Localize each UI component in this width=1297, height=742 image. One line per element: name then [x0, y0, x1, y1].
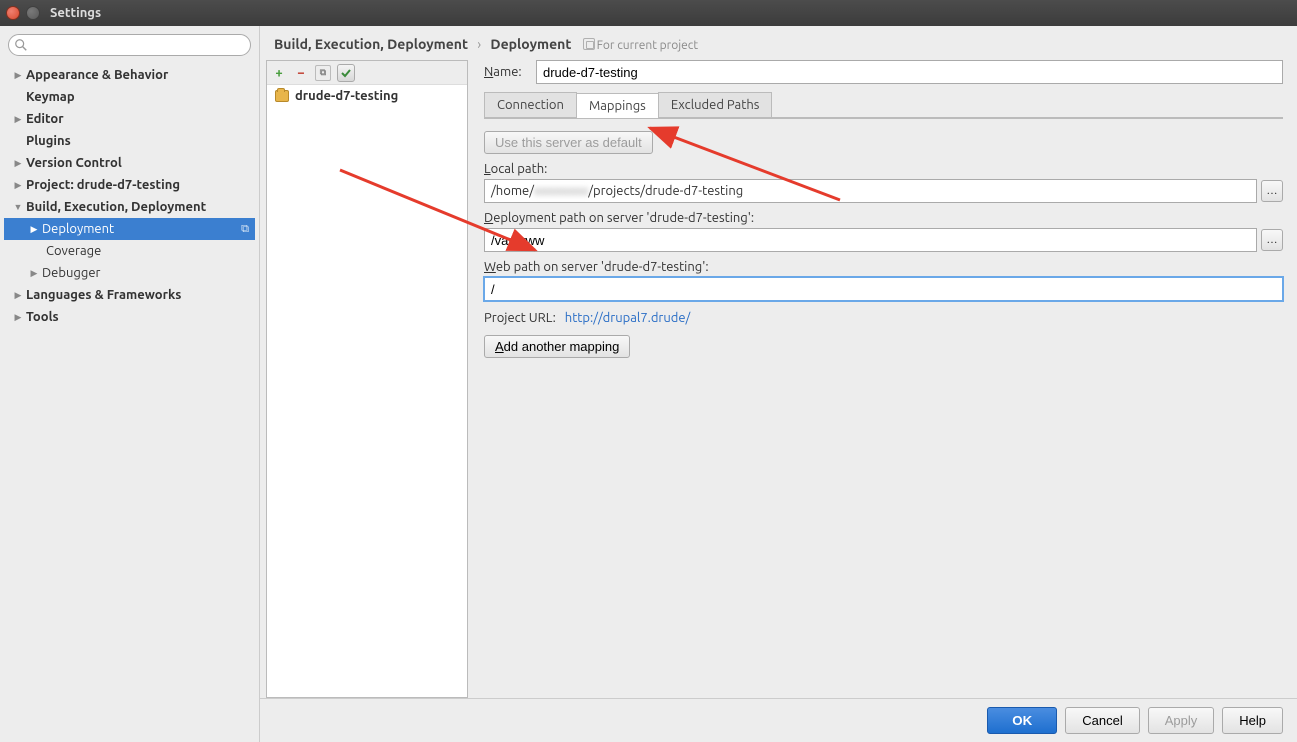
titlebar: Settings [0, 0, 1297, 26]
cancel-button[interactable]: Cancel [1065, 707, 1139, 734]
tree-deployment[interactable]: ▶Deployment⧉ [4, 218, 255, 240]
dialog-footer: OK Cancel Apply Help [260, 698, 1297, 742]
tree-appearance[interactable]: ▶Appearance & Behavior [4, 64, 255, 86]
breadcrumb-note: For current project [597, 39, 699, 52]
name-input[interactable] [536, 60, 1283, 84]
sidebar: ▶Appearance & Behavior Keymap ▶Editor Pl… [0, 26, 260, 742]
settings-tree: ▶Appearance & Behavior Keymap ▶Editor Pl… [4, 64, 255, 328]
tree-languages[interactable]: ▶Languages & Frameworks [4, 284, 255, 306]
tree-editor[interactable]: ▶Editor [4, 108, 255, 130]
tree-build[interactable]: ▼Build, Execution, Deployment [4, 196, 255, 218]
set-default-icon[interactable] [337, 64, 355, 82]
scope-icon [583, 38, 595, 50]
server-list: + − ⧉ drude-d7-testing [266, 60, 468, 698]
server-toolbar: + − ⧉ [267, 61, 467, 85]
deploy-path-label: Deployment path on server 'drude-d7-test… [484, 211, 1283, 225]
tree-keymap[interactable]: Keymap [4, 86, 255, 108]
server-item-label: drude-d7-testing [295, 89, 398, 103]
browse-deploy-path-button[interactable]: … [1261, 229, 1283, 251]
deployment-form: Name: Connection Mappings Excluded Paths… [476, 60, 1287, 698]
browse-local-path-button[interactable]: … [1261, 180, 1283, 202]
breadcrumb-b: Deployment [490, 36, 571, 52]
window-title: Settings [50, 6, 101, 20]
project-url-label: Project URL: [484, 311, 556, 325]
tree-tools[interactable]: ▶Tools [4, 306, 255, 328]
web-path-label: Web path on server 'drude-d7-testing': [484, 260, 1283, 274]
server-item[interactable]: drude-d7-testing [267, 85, 467, 107]
remove-icon[interactable]: − [293, 65, 309, 81]
ok-button[interactable]: OK [987, 707, 1057, 734]
search-input[interactable] [8, 34, 251, 56]
help-button[interactable]: Help [1222, 707, 1283, 734]
ftp-icon [275, 90, 289, 102]
tabs: Connection Mappings Excluded Paths [484, 92, 1283, 118]
minimize-icon[interactable] [26, 6, 40, 20]
breadcrumb: Build, Execution, Deployment › Deploymen… [260, 26, 1297, 60]
tree-project[interactable]: ▶Project: drude-d7-testing [4, 174, 255, 196]
breadcrumb-a: Build, Execution, Deployment [274, 36, 468, 52]
tab-excluded[interactable]: Excluded Paths [658, 92, 773, 117]
web-path-input[interactable] [484, 277, 1283, 301]
add-icon[interactable]: + [271, 65, 287, 81]
close-icon[interactable] [6, 6, 20, 20]
add-mapping-button[interactable]: Add another mapping [484, 335, 630, 358]
deploy-path-input[interactable] [484, 228, 1257, 252]
scope-icon: ⧉ [241, 223, 249, 236]
apply-button[interactable]: Apply [1148, 707, 1215, 734]
use-as-default-button[interactable]: Use this server as default [484, 131, 653, 154]
local-path-label: Local path: [484, 162, 1283, 176]
local-path-input[interactable]: /home/xxxxxxxx/projects/drude-d7-testing [484, 179, 1257, 203]
tree-version-control[interactable]: ▶Version Control [4, 152, 255, 174]
tab-mappings[interactable]: Mappings [576, 93, 659, 118]
tree-plugins[interactable]: Plugins [4, 130, 255, 152]
project-url-link[interactable]: http://drupal7.drude/ [565, 311, 691, 325]
copy-icon[interactable]: ⧉ [315, 65, 331, 81]
tree-debugger[interactable]: ▶Debugger [4, 262, 255, 284]
tab-connection[interactable]: Connection [484, 92, 577, 117]
name-label: Name: [484, 65, 536, 79]
tree-coverage[interactable]: Coverage [4, 240, 255, 262]
search-icon [14, 38, 28, 52]
